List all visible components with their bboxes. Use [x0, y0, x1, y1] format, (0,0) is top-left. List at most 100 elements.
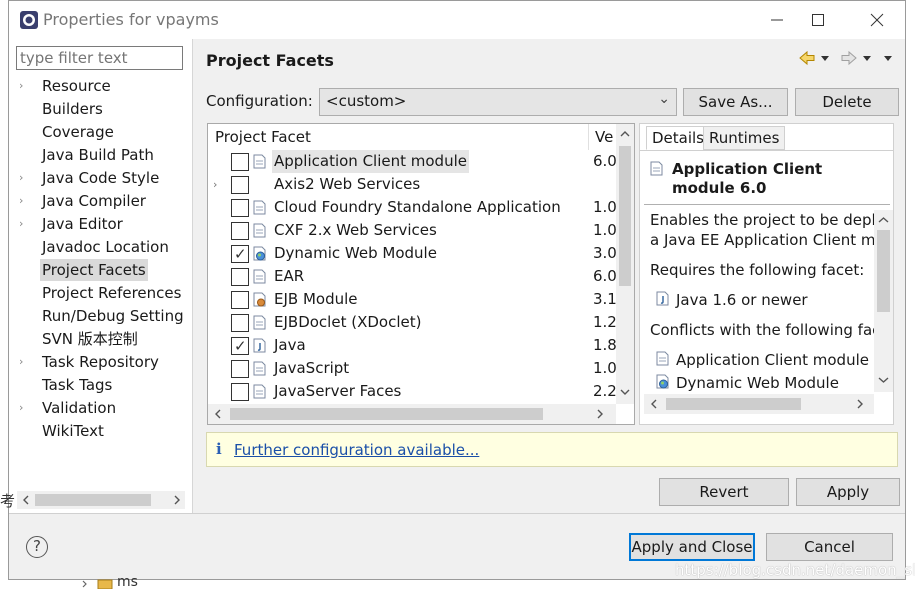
details-horizontal-scrollbar[interactable] [644, 394, 874, 414]
minimize-icon[interactable] [757, 5, 797, 35]
properties-dialog: Properties for vpayms › Resource Builder… [8, 0, 906, 580]
chevron-right-icon[interactable]: › [19, 75, 33, 97]
apply-and-close-button[interactable]: Apply and Close [629, 533, 755, 561]
help-icon[interactable]: ? [26, 536, 48, 558]
details-divider [644, 204, 890, 205]
facet-name: JavaServer Faces [274, 382, 402, 400]
info-icon: i [216, 440, 222, 458]
table-row[interactable]: JavaScript 1.0 [208, 357, 618, 380]
window-title: Properties for vpayms [43, 10, 219, 29]
details-panel: Details Runtimes Application Client modu… [639, 123, 894, 425]
facet-checkbox[interactable] [231, 383, 249, 401]
details-vertical-scrollbar[interactable] [874, 210, 893, 392]
facet-version[interactable]: 3.0 [593, 242, 617, 265]
facet-checkbox[interactable] [231, 243, 249, 266]
nav-item-label: SVN 版本控制 [42, 330, 138, 348]
facet-checkbox[interactable] [231, 360, 249, 378]
nav-item-label: Javadoc Location [42, 238, 169, 256]
chevron-right-icon[interactable]: › [19, 351, 33, 373]
ejb-icon [253, 292, 266, 307]
apply-button[interactable]: Apply [796, 478, 900, 506]
column-separator[interactable] [588, 124, 589, 150]
facet-name: CXF 2.x Web Services [274, 221, 437, 239]
facet-version[interactable]: 1.0 [593, 196, 617, 219]
delete-button[interactable]: Delete [795, 88, 899, 116]
details-description-line: Enables the project to be deployed [650, 211, 894, 229]
facet-version[interactable]: 6.0 [593, 265, 617, 288]
table-row[interactable]: Cloud Foundry Standalone Application 1.0 [208, 196, 618, 219]
facet-version[interactable]: 1.0 [593, 357, 617, 380]
view-menu-icon[interactable] [881, 47, 897, 69]
facet-version[interactable]: 1.2 [593, 311, 617, 334]
maximize-icon[interactable] [798, 5, 838, 35]
nav-item-label: Task Repository [42, 353, 159, 371]
conflicts-label: Conflicts with the following facets [650, 321, 894, 339]
table-row[interactable]: CXF 2.x Web Services 1.0 [208, 219, 618, 242]
forward-arrow-icon[interactable] [839, 47, 875, 69]
table-row[interactable]: Java 1.8 [208, 334, 618, 358]
chevron-right-icon[interactable]: › [19, 167, 33, 189]
footer-divider [9, 513, 905, 514]
facet-checkbox[interactable] [231, 314, 249, 332]
nav-item-label: WikiText [42, 422, 104, 440]
table-row[interactable]: Application Client module 6.0 [208, 150, 618, 173]
back-arrow-icon[interactable] [797, 47, 833, 69]
chevron-right-icon[interactable]: › [19, 213, 33, 235]
close-icon[interactable] [857, 5, 897, 35]
doc-icon [253, 269, 266, 284]
facet-version[interactable]: 2.2 [593, 380, 617, 403]
chevron-right-icon[interactable]: › [19, 190, 33, 212]
facet-checkbox[interactable] [231, 199, 249, 217]
folder-icon [82, 579, 113, 589]
conflict-item: Dynamic Web Module [676, 374, 839, 392]
table-row[interactable]: EJBDoclet (XDoclet) 1.2 [208, 311, 618, 334]
further-configuration-link[interactable]: Further configuration available... [234, 441, 479, 459]
table-row[interactable]: EJB Module 3.1 [208, 288, 618, 311]
facet-name: EJBDoclet (XDoclet) [274, 313, 422, 331]
facet-checkbox[interactable] [231, 291, 249, 309]
facet-checkbox[interactable] [231, 176, 249, 194]
nav-item-label: Task Tags [42, 376, 113, 394]
configuration-combo[interactable]: <custom> ⌄ [319, 88, 677, 116]
facet-checkbox[interactable] [231, 268, 249, 286]
facet-version[interactable]: 3.1 [593, 288, 617, 311]
table-row[interactable]: JavaServer Faces 2.2 [208, 380, 618, 403]
tab-runtimes[interactable]: Runtimes [703, 126, 786, 150]
table-row[interactable]: EAR 6.0 [208, 265, 618, 288]
facet-version[interactable]: 1.8 [593, 334, 617, 357]
table-row[interactable]: › Axis2 Web Services [208, 173, 618, 196]
nav-item-label: Run/Debug Settings [42, 307, 184, 325]
facet-version[interactable]: 1.0 [593, 219, 617, 242]
tab-details[interactable]: Details [646, 126, 711, 150]
facet-version[interactable]: 6.0 [593, 150, 617, 173]
filter-input[interactable] [16, 46, 183, 70]
nav-horizontal-scrollbar[interactable] [17, 491, 185, 509]
facet-checkbox[interactable] [231, 153, 249, 171]
facet-vertical-scrollbar[interactable] [616, 124, 634, 404]
doc-icon [253, 361, 266, 376]
facet-checkbox[interactable] [231, 335, 249, 358]
chevron-right-icon[interactable]: › [213, 173, 217, 196]
facet-name: Application Client module [272, 150, 469, 173]
nav-item-label: Java Build Path [42, 146, 154, 164]
doc-icon [253, 154, 266, 169]
web-module-icon [656, 374, 669, 389]
requires-label: Requires the following facet: [650, 261, 865, 279]
page-title: Project Facets [206, 51, 334, 70]
save-as-button[interactable]: Save As... [683, 88, 788, 116]
column-header-version[interactable]: Ve [595, 124, 613, 150]
column-header-facet[interactable]: Project Facet [215, 124, 311, 150]
conflict-item: Application Client module [676, 351, 869, 369]
title-bar[interactable]: Properties for vpayms [9, 1, 905, 39]
facet-checkbox[interactable] [231, 222, 249, 240]
table-row[interactable]: Dynamic Web Module 3.0 [208, 242, 618, 266]
facet-horizontal-scrollbar[interactable] [208, 404, 616, 424]
chevron-down-icon[interactable]: ⌄ [658, 91, 670, 107]
cancel-button[interactable]: Cancel [766, 533, 893, 561]
chevron-right-icon[interactable]: › [19, 397, 33, 419]
revert-button[interactable]: Revert [659, 478, 789, 506]
doc-icon [656, 351, 669, 366]
doc-icon [650, 161, 663, 176]
nav-item-run-debug-settings[interactable]: Run/Debug Settings [19, 305, 184, 327]
facet-name: Cloud Foundry Standalone Application [274, 198, 561, 216]
